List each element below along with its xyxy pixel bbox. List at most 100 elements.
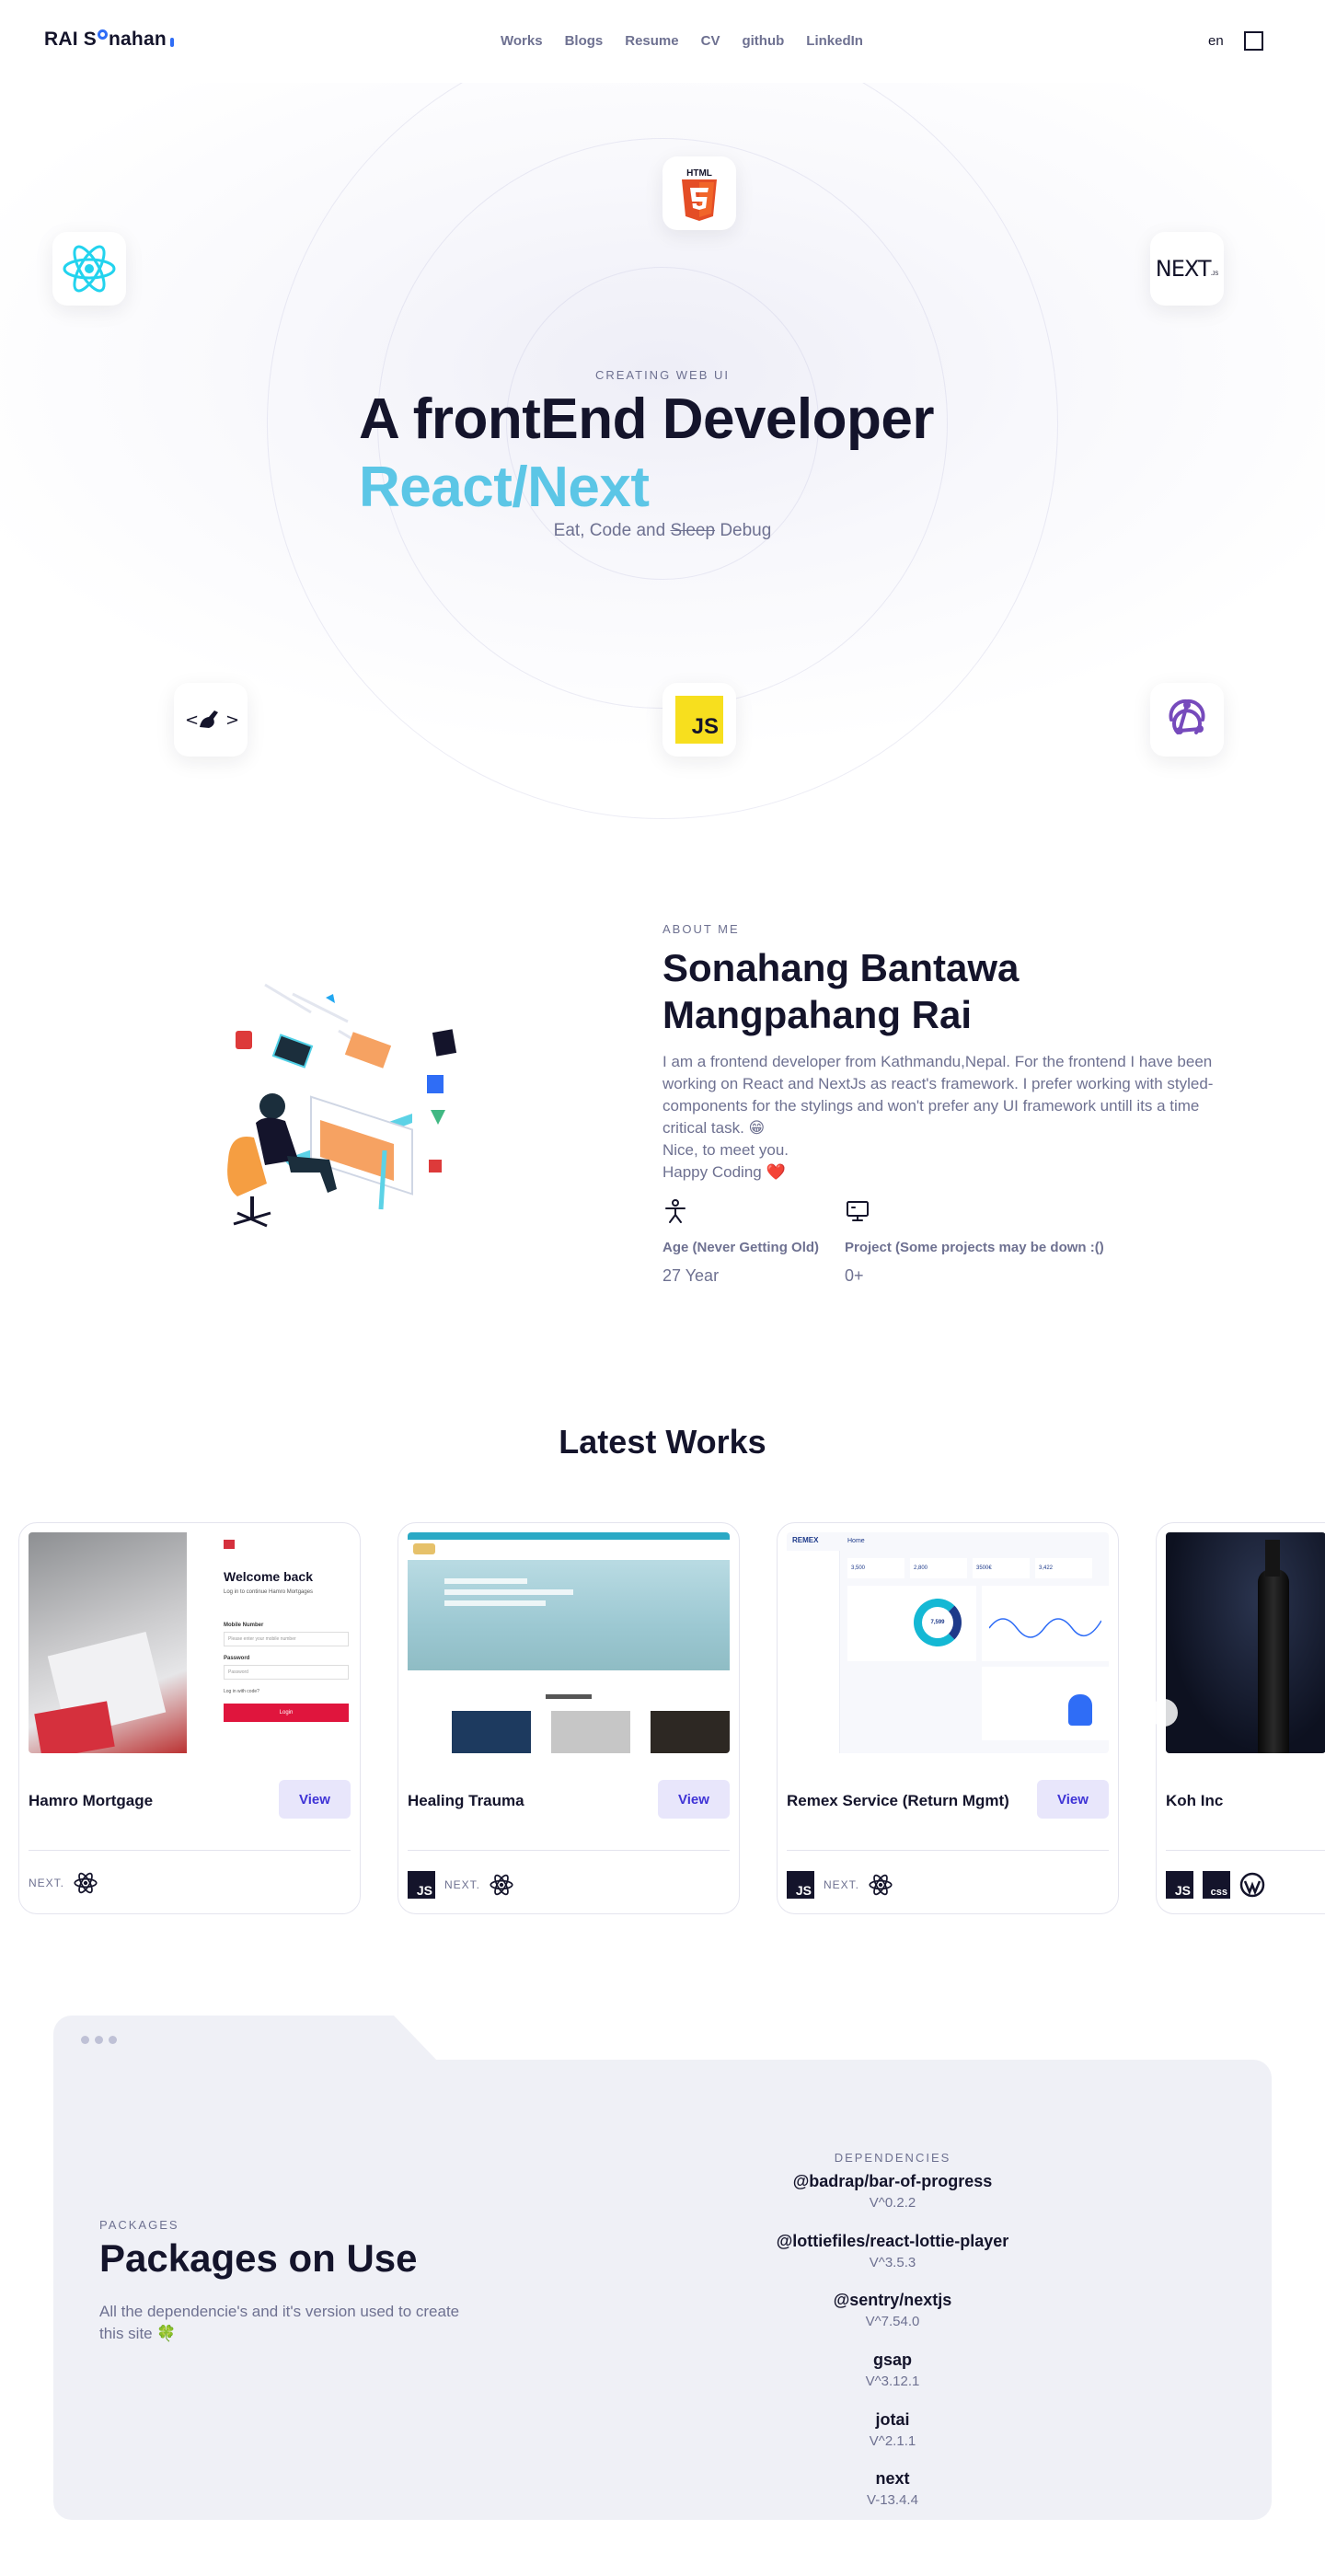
tagline-text-end: Debug [715,521,772,540]
work-card-koh-inc: Koh Inc JS css [1156,1522,1325,1914]
thumb-mobile-label: Mobile Number [224,1623,264,1628]
dependency-name: @badrap/bar-of-progress [792,2172,993,2190]
hero-tagline: Eat, Code and Sleep Debug [0,521,1325,541]
javascript-icon: JS [675,696,723,744]
nav-link-works[interactable]: Works [501,33,543,49]
thumb-password-field: Password [224,1665,349,1680]
stat-projects: Project (Some projects may be down :() 0… [845,1198,1104,1286]
nav-link-linkedin[interactable]: LinkedIn [806,33,863,49]
work-card-hamro-mortgage: Welcome back Log in to continue Hamro Mo… [18,1522,361,1914]
nextjs-icon: NEXT [1155,256,1212,282]
nav-link-resume[interactable]: Resume [625,33,678,49]
about-bio-main: I am a frontend developer from Kathmandu… [662,1053,1214,1137]
about-bio-greeting: Nice, to meet you. [662,1141,789,1159]
tech-stack: JS css [1166,1871,1265,1899]
work-card-title: Remex Service (Return Mgmt) [787,1792,1009,1809]
dependency-version: V^0.2.2 [869,2195,916,2211]
dependency-version: V-13.4.4 [867,2492,918,2508]
packages-panel [53,2060,1272,2520]
packages-title: Packages on Use [99,2236,418,2280]
nav-link-cv[interactable]: CV [701,33,720,49]
about-bio-signoff: Happy Coding ❤️ [662,1163,786,1181]
thumb-stat: 3500€ [973,1558,1030,1578]
tagline-struck: Sleep [670,521,716,540]
theme-toggle-button[interactable] [1244,31,1263,51]
view-button[interactable]: View [1037,1780,1109,1819]
nextjs-tile: NEXT .JS [1150,232,1224,306]
hero-subtitle: React/Next [359,456,650,519]
dependency-item: jotai V^2.1.1 [709,2410,1077,2449]
carousel-prev-button[interactable] [1150,1699,1178,1727]
hero-title: A frontEnd Developer [359,387,935,451]
dependency-name: @sentry/nextjs [833,2291,952,2309]
thumb-home: Home [847,1538,865,1544]
packages-description: All the dependencie's and it's version u… [99,2303,460,2342]
javascript-icon: JS [1166,1871,1193,1899]
svg-text:>: > [225,710,239,730]
top-nav: RAI S nahan Works Blogs Resume CV github … [0,0,1325,83]
stat-age: Age (Never Getting Old) 27 Year [662,1198,819,1286]
nextjs-icon: NEXT. [29,1877,65,1889]
language-switch[interactable]: en [1208,33,1224,49]
tech-stack: NEXT. [29,1871,98,1895]
dependency-version: V^3.5.3 [869,2255,916,2270]
html5-label: HTML [686,168,712,179]
logo-text-1: RAI S [44,29,98,50]
works-title: Latest Works [559,1423,766,1461]
thumb-donut: 7,599 [914,1599,962,1646]
dependency-item: @badrap/bar-of-progress V^0.2.2 [709,2172,1077,2211]
tagline-text: Eat, Code and [553,521,671,540]
work-card-healing-trauma: Healing Trauma View JS NEXT. [398,1522,740,1914]
dependency-item: @sentry/nextjs V^7.54.0 [709,2291,1077,2329]
html5-tile: HTML [662,156,736,230]
work-card-title: Hamro Mortgage [29,1792,154,1809]
react-icon [63,245,116,293]
nav-links: Works Blogs Resume CV github LinkedIn [501,33,885,49]
view-button[interactable]: View [658,1780,730,1819]
work-thumbnail [1166,1532,1325,1753]
work-thumbnail: Welcome back Log in to continue Hamro Mo… [29,1532,351,1753]
react-icon [869,1874,893,1896]
stat-projects-label: Project (Some projects may be down :() [845,1240,1104,1255]
about-eyebrow: ABOUT ME [662,922,740,936]
tech-stack: JS NEXT. [408,1871,513,1899]
dependency-version: V^7.54.0 [865,2314,920,2329]
stat-age-value: 27 Year [662,1266,720,1285]
developer-illustration [227,983,457,1228]
styled-components-tile: < > [174,683,248,757]
react-tile [52,232,126,306]
work-card-remex: REMEX Home 3,500 2,800 3500€ 3,422 7,599… [777,1522,1119,1914]
packages-eyebrow: PACKAGES [99,2218,179,2232]
thumb-stat: 2,800 [910,1558,967,1578]
redux-icon [1169,699,1205,734]
dependency-name: jotai [875,2410,910,2429]
site-logo[interactable]: RAI S nahan [44,29,174,51]
thumb-stat: 3,500 [847,1558,904,1578]
javascript-icon: JS [787,1871,814,1899]
tech-stack: JS NEXT. [787,1871,893,1899]
work-card-title: Koh Inc [1166,1792,1224,1809]
card-divider [408,1850,730,1851]
thumb-login-button: Login [224,1704,349,1722]
nextjs-icon: NEXT. [824,1878,860,1891]
hero-section: HTML NEXT .JS < > JS CREATING WEB UI A f… [0,83,1325,837]
card-divider [29,1850,351,1851]
svg-text:<: < [185,710,199,730]
logo-text-2: nahan [109,29,167,50]
hero-eyebrow: CREATING WEB UI [594,368,731,382]
nextjs-icon: NEXT. [444,1878,481,1891]
nav-link-blogs[interactable]: Blogs [565,33,604,49]
stat-projects-value: 0+ [845,1266,864,1285]
work-thumbnail [408,1532,730,1753]
nav-link-github[interactable]: github [742,33,784,49]
dependency-version: V^3.12.1 [865,2374,920,2389]
redux-tile [1150,683,1224,757]
stat-age-label: Age (Never Getting Old) [662,1240,820,1255]
styled-components-icon: < > [185,710,239,730]
view-button[interactable]: View [279,1780,351,1819]
about-bio: I am a frontend developer from Kathmandu… [662,1051,1233,1184]
about-name: Sonahang Bantawa Mangpahang Rai [662,946,1020,1037]
thumb-mobile-field: Please enter your mobile number [224,1632,349,1646]
thumb-help-text: Log in with code? [224,1689,259,1694]
dependency-name: gsap [872,2351,912,2369]
